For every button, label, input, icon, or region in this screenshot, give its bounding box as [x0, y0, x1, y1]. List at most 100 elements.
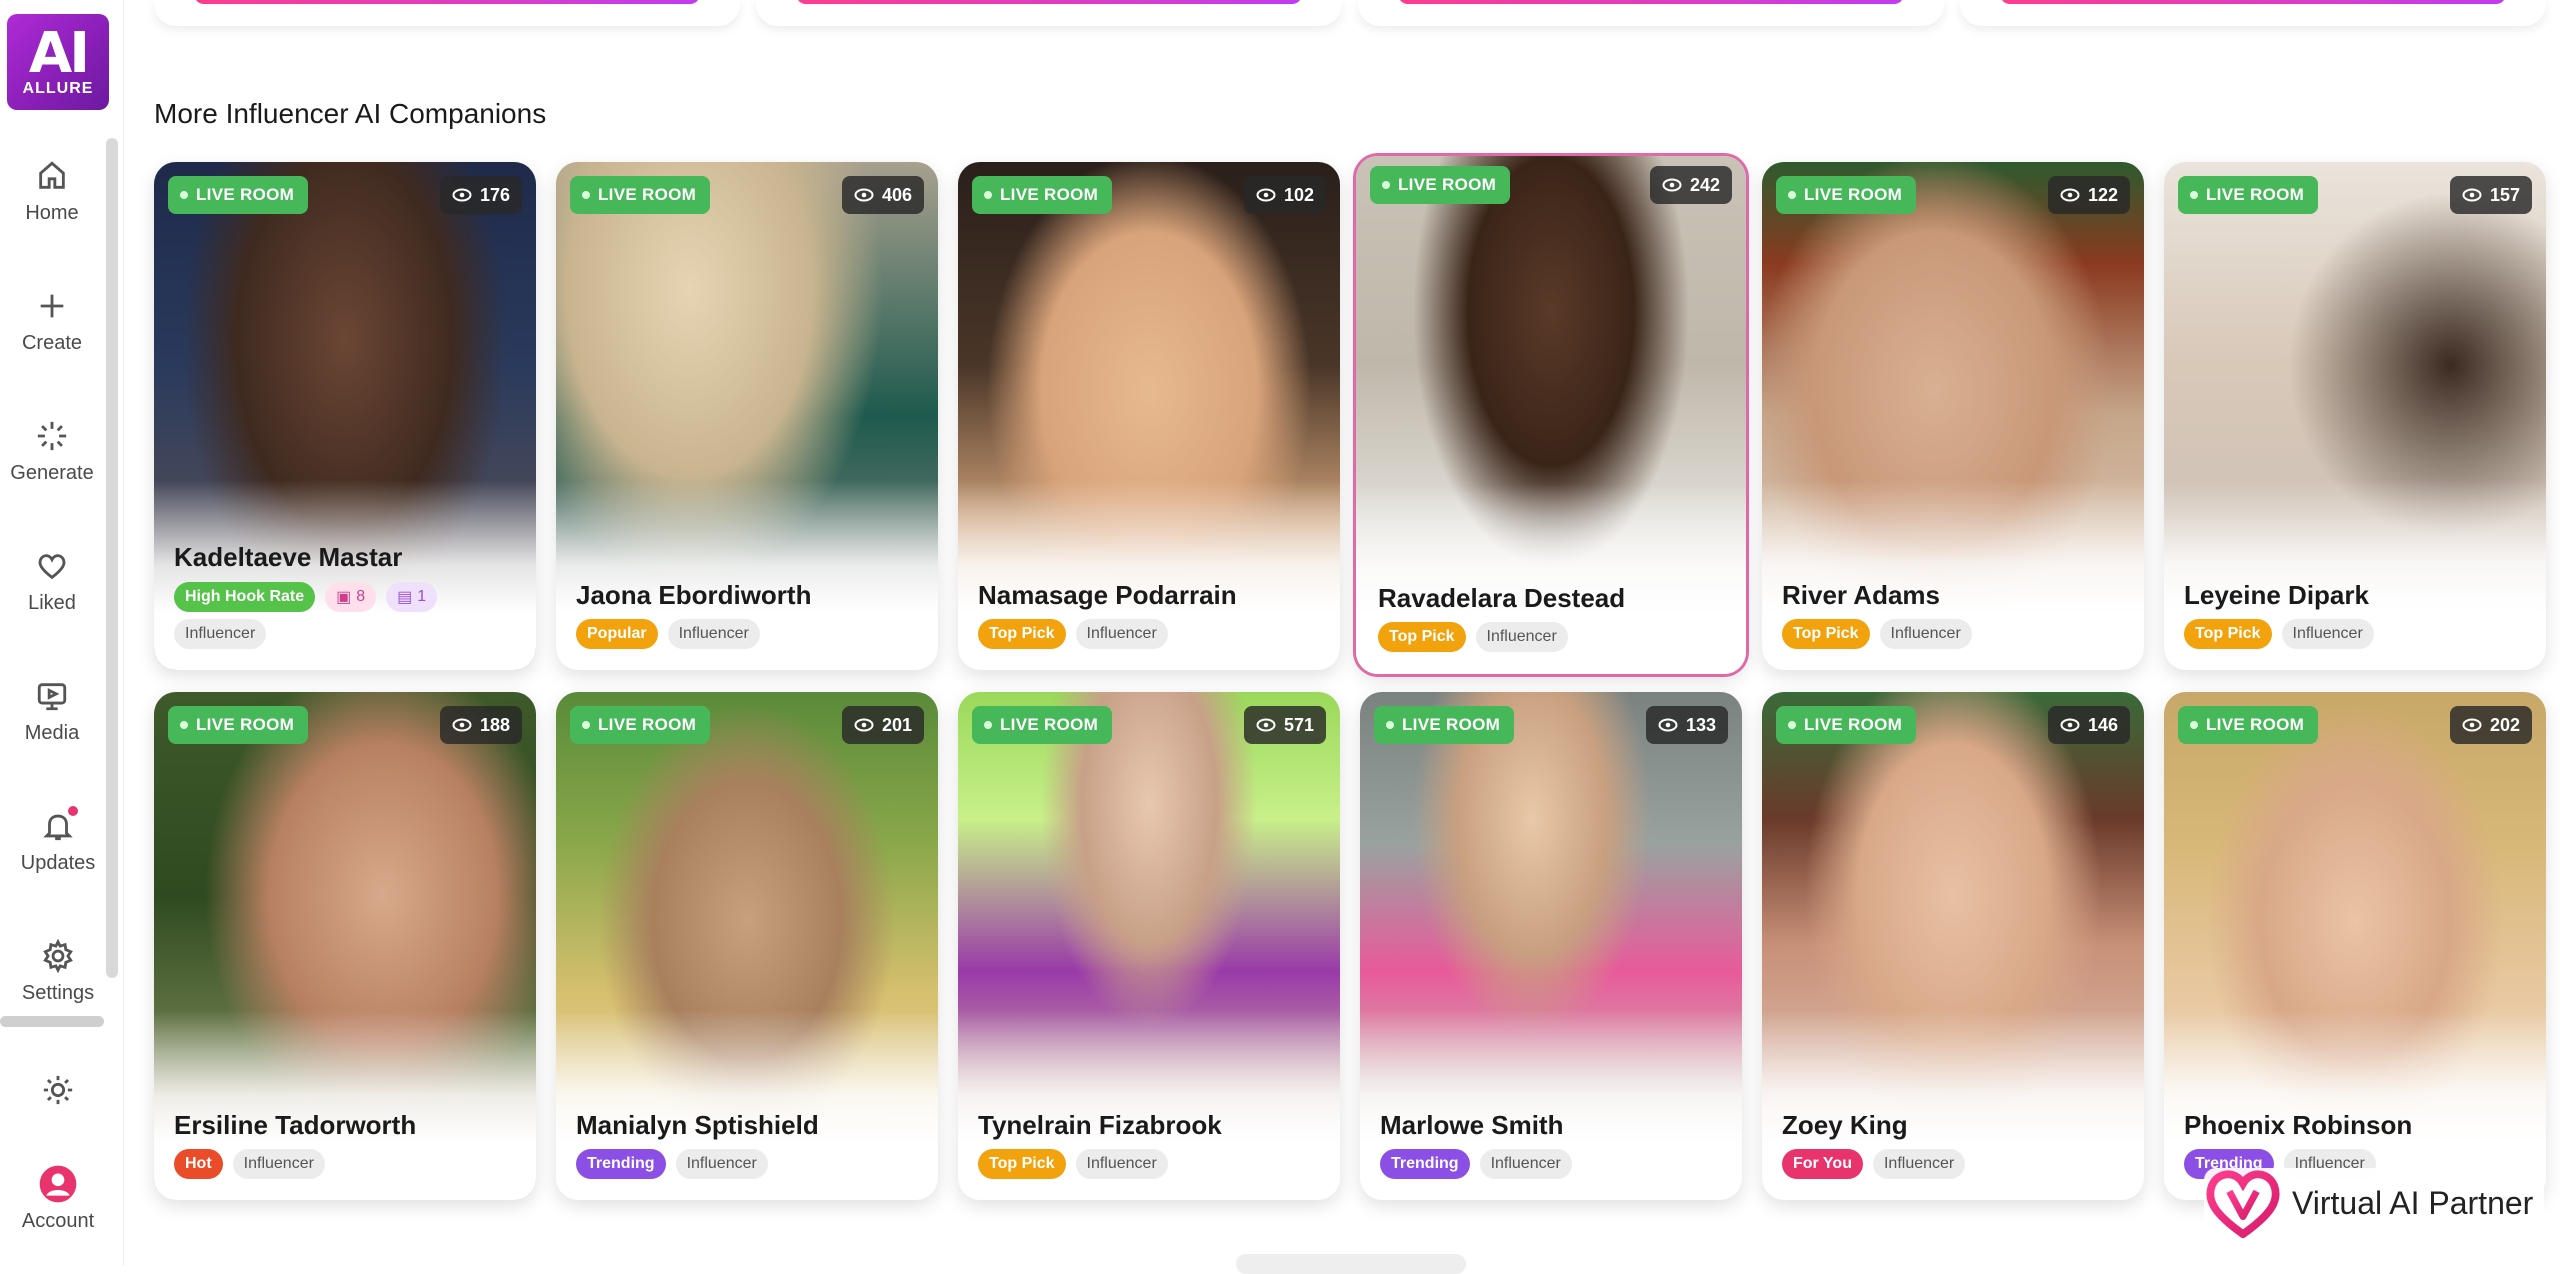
- tag-badge: Popular: [576, 619, 658, 649]
- companion-name: River Adams: [1782, 580, 1940, 610]
- sidebar-item-create[interactable]: Create: [0, 286, 104, 355]
- companion-tags: High Hook Rate ▣ 8 ▤ 1: [174, 582, 438, 612]
- view-count-badge: 202: [2449, 706, 2532, 744]
- companion-tags: Hot Influencer: [174, 1149, 325, 1179]
- tag-badge: Influencer: [1075, 1149, 1168, 1179]
- eye-icon: [1662, 178, 1682, 192]
- companion-tags: Trending Influencer: [1380, 1149, 1572, 1179]
- gear-icon: [38, 936, 78, 976]
- live-room-badge: LIVE ROOM: [972, 706, 1113, 744]
- companion-card[interactable]: LIVE ROOM 122 River Adams Top Pick Influ…: [1762, 162, 2144, 670]
- companion-name: Leyeine Dipark: [2184, 580, 2369, 610]
- logo-sub-text: ALLURE: [22, 80, 94, 97]
- companion-card[interactable]: LIVE ROOM 201 Manialyn Sptishield Trendi…: [556, 692, 938, 1200]
- load-more-indicator[interactable]: [1236, 1254, 1466, 1274]
- image-count-badge: ▣ 8: [325, 582, 377, 612]
- companion-tags: Top Pick Influencer: [978, 619, 1168, 649]
- companion-card[interactable]: LIVE ROOM 571 Tynelrain Fizabrook Top Pi…: [958, 692, 1340, 1200]
- tag-badge: Influencer: [174, 619, 267, 649]
- companion-tags: Top Pick Influencer: [978, 1149, 1168, 1179]
- tag-badge: Influencer: [1479, 1149, 1572, 1179]
- companion-card[interactable]: LIVE ROOM 406 Jaona Ebordiworth Popular …: [556, 162, 938, 670]
- view-count-badge: 133: [1645, 706, 1728, 744]
- heart-logo-icon: [2206, 1170, 2280, 1238]
- companion-name: Jaona Ebordiworth: [576, 580, 812, 610]
- sidebar-item-settings[interactable]: Settings: [6, 936, 110, 1005]
- companion-card-selected[interactable]: LIVE ROOM 242 Ravadelara Destead Top Pic…: [1356, 156, 1746, 674]
- tag-badge: Influencer: [1475, 622, 1568, 652]
- sidebar-horizontal-scrollbar[interactable]: [0, 1016, 104, 1027]
- sidebar-item-generate[interactable]: Generate: [0, 416, 104, 485]
- previous-card-partial[interactable]: [1358, 0, 1944, 26]
- companion-tags: Top Pick Influencer: [1378, 622, 1568, 652]
- eye-icon: [1256, 718, 1276, 732]
- sidebar-item-liked[interactable]: Liked: [0, 546, 104, 615]
- eye-icon: [2462, 718, 2482, 732]
- sidebar-item-account[interactable]: Account: [6, 1164, 110, 1233]
- sidebar: AI ALLURE Home Create Generate Liked Med…: [0, 0, 124, 1266]
- companion-card[interactable]: LIVE ROOM 188 Ersiline Tadorworth Hot In…: [154, 692, 536, 1200]
- sidebar-item-label: Create: [21, 332, 83, 354]
- companion-tags: For You Influencer: [1782, 1149, 1966, 1179]
- virtual-ai-partner-badge[interactable]: Virtual AI Partner: [2204, 1168, 2544, 1238]
- live-room-badge: LIVE ROOM: [1370, 166, 1511, 204]
- eye-icon: [2060, 718, 2080, 732]
- partner-text: Virtual AI Partner: [2292, 1184, 2534, 1221]
- view-count-badge: 201: [841, 706, 924, 744]
- companion-name: Tynelrain Fizabrook: [978, 1110, 1222, 1140]
- live-room-badge: LIVE ROOM: [168, 176, 309, 214]
- previous-card-partial[interactable]: [154, 0, 740, 26]
- eye-icon: [1256, 188, 1276, 202]
- companion-card[interactable]: LIVE ROOM 157 Leyeine Dipark Top Pick In…: [2164, 162, 2546, 670]
- view-count-badge: 176: [439, 176, 522, 214]
- companion-name: Ravadelara Destead: [1378, 583, 1626, 613]
- eye-icon: [854, 188, 874, 202]
- logo-main-text: AI: [28, 21, 90, 86]
- eye-icon: [854, 718, 874, 732]
- sidebar-item-media[interactable]: Media: [0, 676, 104, 745]
- previous-card-partial[interactable]: [1960, 0, 2546, 26]
- live-room-badge: LIVE ROOM: [1374, 706, 1515, 744]
- tag-badge: Top Pick: [1782, 619, 1870, 649]
- theme-toggle[interactable]: [6, 1070, 110, 1110]
- companion-name: Phoenix Robinson: [2184, 1110, 2413, 1140]
- companion-card[interactable]: LIVE ROOM 146 Zoey King For You Influenc…: [1762, 692, 2144, 1200]
- sidebar-item-label: Liked: [28, 592, 76, 614]
- sidebar-item-label: Settings: [21, 982, 95, 1004]
- video-count-badge: ▤ 1: [386, 582, 438, 612]
- companion-tags-secondary: Influencer: [174, 619, 267, 649]
- sidebar-item-home[interactable]: Home: [0, 156, 104, 225]
- eye-icon: [1658, 718, 1678, 732]
- tag-badge: Top Pick: [1378, 622, 1466, 652]
- view-count-badge: 406: [841, 176, 924, 214]
- companion-card[interactable]: LIVE ROOM 176 Kadeltaeve Mastar High Hoo…: [154, 162, 536, 670]
- companion-card[interactable]: LIVE ROOM 202 Phoenix Robinson Trending …: [2164, 692, 2546, 1200]
- sidebar-item-label: Generate: [10, 462, 94, 484]
- app-logo[interactable]: AI ALLURE: [7, 14, 109, 110]
- view-count-badge: 188: [439, 706, 522, 744]
- live-room-badge: LIVE ROOM: [168, 706, 309, 744]
- view-count-badge: 146: [2047, 706, 2130, 744]
- live-room-badge: LIVE ROOM: [1776, 176, 1917, 214]
- companion-card[interactable]: LIVE ROOM 133 Marlowe Smith Trending Inf…: [1360, 692, 1742, 1200]
- sidebar-item-label: Media: [24, 722, 80, 744]
- view-count-badge: 571: [1243, 706, 1326, 744]
- home-icon: [32, 156, 72, 196]
- previous-card-partial[interactable]: [756, 0, 1342, 26]
- live-room-badge: LIVE ROOM: [1776, 706, 1917, 744]
- companion-name: Zoey King: [1782, 1110, 1908, 1140]
- tag-badge: Influencer: [675, 1149, 768, 1179]
- sidebar-scrollbar[interactable]: [106, 138, 118, 978]
- section-title: More Influencer AI Companions: [154, 98, 547, 129]
- eye-icon: [2060, 188, 2080, 202]
- live-room-badge: LIVE ROOM: [2178, 176, 2319, 214]
- image-icon: ▣: [336, 589, 352, 606]
- eye-icon: [452, 718, 472, 732]
- tag-badge: Trending: [1380, 1149, 1470, 1179]
- tag-badge: Influencer: [667, 619, 760, 649]
- companion-card[interactable]: LIVE ROOM 102 Namasage Podarrain Top Pic…: [958, 162, 1340, 670]
- notification-dot: [68, 806, 78, 816]
- tag-badge: Influencer: [2281, 619, 2374, 649]
- tag-badge: Top Pick: [2184, 619, 2272, 649]
- sidebar-item-updates[interactable]: Updates: [6, 806, 110, 875]
